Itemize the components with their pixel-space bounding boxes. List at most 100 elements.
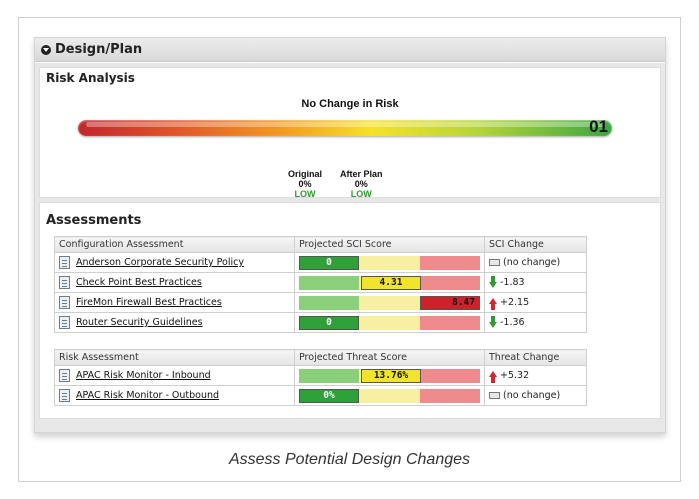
change-cell: +5.32 <box>484 365 587 386</box>
report-icon[interactable] <box>59 296 70 309</box>
config-header-cell[interactable]: Projected SCI Score <box>294 236 485 253</box>
assessments-section: Assessments Configuration Assessment Proj… <box>39 202 661 419</box>
score-marker: 13.76% <box>361 368 421 383</box>
score-marker: 4.31 <box>361 275 421 290</box>
assessment-link[interactable]: APAC Risk Monitor - Outbound <box>76 390 219 401</box>
change-value: (no change) <box>503 257 561 268</box>
arrow-up-icon <box>489 297 497 310</box>
risk-heading: No Change in Risk <box>301 98 399 110</box>
score-band <box>419 255 480 270</box>
score-band <box>359 315 420 330</box>
no-change-icon <box>489 392 500 399</box>
score-band <box>419 275 480 290</box>
assessment-name-cell: FireMon Firewall Best Practices <box>54 292 295 313</box>
score-cell: 8.47 <box>294 292 485 313</box>
risk-header-cell[interactable]: Projected Threat Score <box>294 349 485 366</box>
score-band <box>419 368 480 383</box>
table-row: FireMon Firewall Best Practices 8.47 +2.15 <box>54 292 587 313</box>
collapse-icon[interactable] <box>41 44 51 55</box>
score-bar: 0 <box>299 315 480 330</box>
risk-header-cell[interactable]: Threat Change <box>484 349 587 366</box>
score-cell: 0% <box>294 385 485 406</box>
screenshot-frame: Design/Plan Risk Analysis No Change in R… <box>18 17 681 482</box>
change-value: (no change) <box>503 390 561 401</box>
score-marker: 0 <box>299 315 359 330</box>
score-band <box>359 295 420 310</box>
original-column: Original 0% LOW <box>288 169 322 199</box>
score-band <box>299 295 360 310</box>
after-plan-column: After Plan 0% LOW <box>340 169 383 199</box>
original-level: LOW <box>294 189 316 199</box>
risk-header-cell[interactable]: Risk Assessment <box>54 349 295 366</box>
panel-header[interactable]: Design/Plan <box>35 38 665 62</box>
panel-title: Design/Plan <box>55 42 143 57</box>
score-bar: 13.76% <box>299 368 480 383</box>
score-band <box>299 275 360 290</box>
score-cell: 0 <box>294 312 485 333</box>
assessments-title: Assessments <box>46 213 142 228</box>
report-icon[interactable] <box>59 276 70 289</box>
config-header-cell[interactable]: Configuration Assessment <box>54 236 295 253</box>
score-band <box>419 315 480 330</box>
assessment-link[interactable]: Anderson Corporate Security Policy <box>76 257 244 268</box>
no-change-icon <box>489 259 500 266</box>
score-marker: 8.47 <box>420 295 480 310</box>
report-icon[interactable] <box>59 389 70 402</box>
score-marker: 0 <box>299 255 359 270</box>
report-icon[interactable] <box>59 316 70 329</box>
change-value: -1.36 <box>500 317 525 328</box>
arrow-up-icon <box>489 370 497 383</box>
risk-analysis-title: Risk Analysis <box>46 71 135 85</box>
panel-body: Risk Analysis No Change in Risk 01 Origi… <box>35 63 665 432</box>
score-cell: 13.76% <box>294 365 485 386</box>
assessment-name-cell: APAC Risk Monitor - Outbound <box>54 385 295 406</box>
change-cell: -1.36 <box>484 312 587 333</box>
report-icon[interactable] <box>59 369 70 382</box>
assessment-name-cell: Check Point Best Practices <box>54 272 295 293</box>
arrow-down-icon <box>489 315 497 328</box>
after-plan-percent: 0% <box>354 179 368 189</box>
score-band <box>359 388 420 403</box>
report-icon[interactable] <box>59 256 70 269</box>
score-band <box>299 368 360 383</box>
assessment-link[interactable]: FireMon Firewall Best Practices <box>76 297 222 308</box>
table-row: Router Security Guidelines 0 -1.36 <box>54 312 587 333</box>
configuration-assessment-table: Configuration Assessment Projected SCI Sc… <box>54 236 587 333</box>
config-header-row: Configuration Assessment Projected SCI Sc… <box>54 236 587 253</box>
table-row: APAC Risk Monitor - Outbound 0% (no change… <box>54 385 587 406</box>
assessment-link[interactable]: Check Point Best Practices <box>76 277 202 288</box>
assessment-link[interactable]: APAC Risk Monitor - Inbound <box>76 370 211 381</box>
arrow-down-icon <box>489 275 497 288</box>
original-percent: 0% <box>298 179 312 189</box>
assessment-link[interactable]: Router Security Guidelines <box>76 317 203 328</box>
score-cell: 4.31 <box>294 272 485 293</box>
risk-header-row: Risk Assessment Projected Threat Score Thr… <box>54 349 587 366</box>
design-plan-panel: Design/Plan Risk Analysis No Change in R… <box>34 37 666 433</box>
risk-comparison: Original 0% LOW After Plan 0% LOW <box>288 169 383 199</box>
after-plan-label: After Plan <box>340 169 383 179</box>
change-value: +5.32 <box>500 370 530 381</box>
score-bar: 4.31 <box>299 275 480 290</box>
change-value: +2.15 <box>500 297 530 308</box>
change-cell: (no change) <box>484 385 587 406</box>
change-cell: (no change) <box>484 252 587 273</box>
risk-analysis-section: Risk Analysis No Change in Risk 01 Origi… <box>39 67 661 199</box>
risk-gauge-value: 01 <box>589 117 608 136</box>
risk-gauge: 01 <box>78 117 612 136</box>
assessment-name-cell: Anderson Corporate Security Policy <box>54 252 295 273</box>
score-bar: 8.47 <box>299 295 480 310</box>
assessment-name-cell: Router Security Guidelines <box>54 312 295 333</box>
table-row: Check Point Best Practices 4.31 -1.83 <box>54 272 587 293</box>
after-plan-level: LOW <box>350 189 372 199</box>
config-header-cell[interactable]: SCI Change <box>484 236 587 253</box>
caption: Assess Potential Design Changes <box>228 451 471 468</box>
risk-assessment-table: Risk Assessment Projected Threat Score Thr… <box>54 349 587 406</box>
change-cell: +2.15 <box>484 292 587 313</box>
score-band <box>419 388 480 403</box>
original-label: Original <box>288 169 323 179</box>
score-bar: 0% <box>299 388 480 403</box>
score-cell: 0 <box>294 252 485 273</box>
change-value: -1.83 <box>500 277 525 288</box>
change-cell: -1.83 <box>484 272 587 293</box>
table-row: APAC Risk Monitor - Inbound 13.76% +5.32 <box>54 365 587 386</box>
